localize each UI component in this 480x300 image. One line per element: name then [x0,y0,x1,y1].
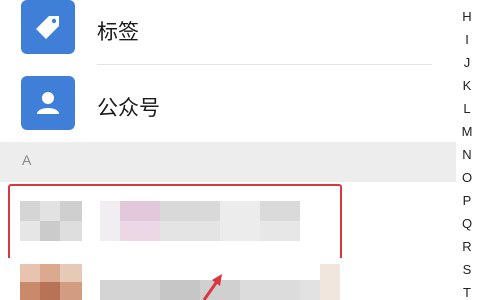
official-accounts-label: 公众号 [97,96,160,120]
index-letter[interactable]: S [460,262,474,277]
index-letter[interactable]: T [460,285,474,300]
index-letter[interactable]: O [460,170,474,185]
section-letter: A [22,152,32,168]
divider [97,64,432,65]
index-letter[interactable]: J [460,55,474,70]
index-letter[interactable]: N [460,147,474,162]
avatar [20,201,82,241]
tags-row[interactable]: 标签 [0,0,456,65]
arrow-icon [200,268,240,300]
official-accounts-row[interactable]: 公众号 [0,66,456,142]
tags-label: 标签 [97,20,139,44]
contact-name-blurred [100,201,300,241]
index-letter[interactable]: Q [460,216,474,231]
index-letter[interactable]: H [460,9,474,24]
pixel-block [320,264,340,300]
index-letter[interactable]: K [460,78,474,93]
index-letter[interactable]: L [460,101,474,116]
contact-item[interactable] [0,183,456,257]
tag-icon [21,0,75,54]
section-header: A [0,142,456,182]
index-letter[interactable]: R [460,239,474,254]
index-letter[interactable]: M [460,124,474,139]
index-letter[interactable]: P [460,193,474,208]
index-letter[interactable]: I [460,32,474,47]
person-icon [21,76,75,130]
avatar [20,264,82,300]
alphabet-index-bar[interactable]: H I J K L M N O P Q R S T [456,0,480,300]
